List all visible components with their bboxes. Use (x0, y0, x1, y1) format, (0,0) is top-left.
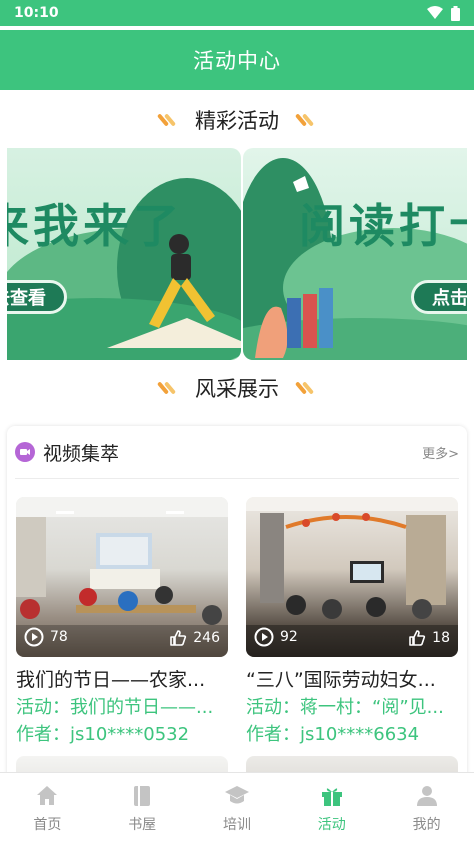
video-author: 作者：js10****0532 (16, 724, 190, 745)
banner-click-button[interactable]: 点击 (411, 280, 467, 314)
banner-headline: 来我来了 (7, 199, 183, 253)
video-camera-icon (15, 442, 35, 462)
tab-training[interactable]: 培训 (190, 773, 285, 844)
banner-view-button[interactable]: 去查看 (7, 280, 67, 314)
battery-icon (451, 5, 460, 21)
tab-label: 书屋 (128, 816, 157, 833)
thumbs-up-icon (409, 630, 426, 646)
section-title-text: 风采展示 (195, 377, 279, 401)
gift-icon (321, 787, 342, 806)
wifi-icon (427, 6, 443, 19)
video-activity: 活动：我们的节日——... (16, 697, 214, 718)
divider (15, 478, 459, 479)
play-count: 78 (50, 629, 68, 645)
play-count: 92 (280, 629, 298, 645)
video-title[interactable]: “三八”国际劳动妇女... (246, 665, 460, 692)
play-icon (254, 627, 274, 647)
bottom-tab-bar: 首页 书屋 培训 活动 我的 (0, 772, 474, 844)
section-title-showcase: 风采展示 (0, 368, 474, 408)
video-thumbnail[interactable]: 78 246 (16, 497, 228, 657)
video-collection-title: 视频集萃 (43, 442, 120, 465)
user-icon (416, 785, 437, 806)
section-title-text: 精彩活动 (195, 109, 279, 133)
video-activity: 活动：蒋一村：“阅”见... (246, 697, 444, 718)
banner-headline: 阅读打卡 (299, 199, 467, 253)
decoration-icon (156, 379, 179, 397)
tab-label: 活动 (317, 816, 346, 833)
decoration-icon (294, 379, 317, 397)
like-count: 18 (432, 630, 450, 646)
more-link[interactable]: 更多> (422, 443, 459, 462)
thumbs-up-icon (170, 630, 187, 646)
graduation-cap-icon (224, 785, 249, 803)
status-time: 10:10 (14, 5, 59, 21)
play-icon (24, 627, 44, 647)
tab-label: 培训 (222, 816, 251, 833)
video-collection-header: 视频集萃 更多> (7, 426, 467, 478)
decoration-icon (156, 111, 179, 129)
video-title[interactable]: 我们的节日——农家... (16, 665, 230, 692)
status-bar: 10:10 (0, 0, 474, 26)
like-count: 246 (193, 630, 220, 646)
tab-activity[interactable]: 活动 (284, 773, 379, 844)
tab-label: 首页 (33, 816, 62, 833)
home-icon (37, 785, 58, 805)
activity-banner-carousel[interactable]: 来我来了 去查看 阅读打卡 点击 (7, 148, 467, 360)
page-title: 活动中心 (0, 30, 474, 90)
video-author: 作者：js10****6634 (246, 724, 420, 745)
section-title-featured: 精彩活动 (0, 100, 474, 140)
tab-mine[interactable]: 我的 (379, 773, 474, 844)
tab-label: 我的 (412, 816, 441, 833)
decoration-icon (294, 111, 317, 129)
tab-bookhouse[interactable]: 书屋 (95, 773, 190, 844)
banner-slide[interactable]: 阅读打卡 点击 (243, 148, 467, 360)
video-thumbnail[interactable]: 92 18 (246, 497, 458, 657)
banner-slide[interactable]: 来我来了 去查看 (7, 148, 241, 360)
tab-home[interactable]: 首页 (0, 773, 95, 844)
video-collection-card: 视频集萃 更多> 78 246 我们的节日——农家... 活动：我们的节日——.… (7, 426, 467, 826)
book-icon (134, 785, 151, 806)
